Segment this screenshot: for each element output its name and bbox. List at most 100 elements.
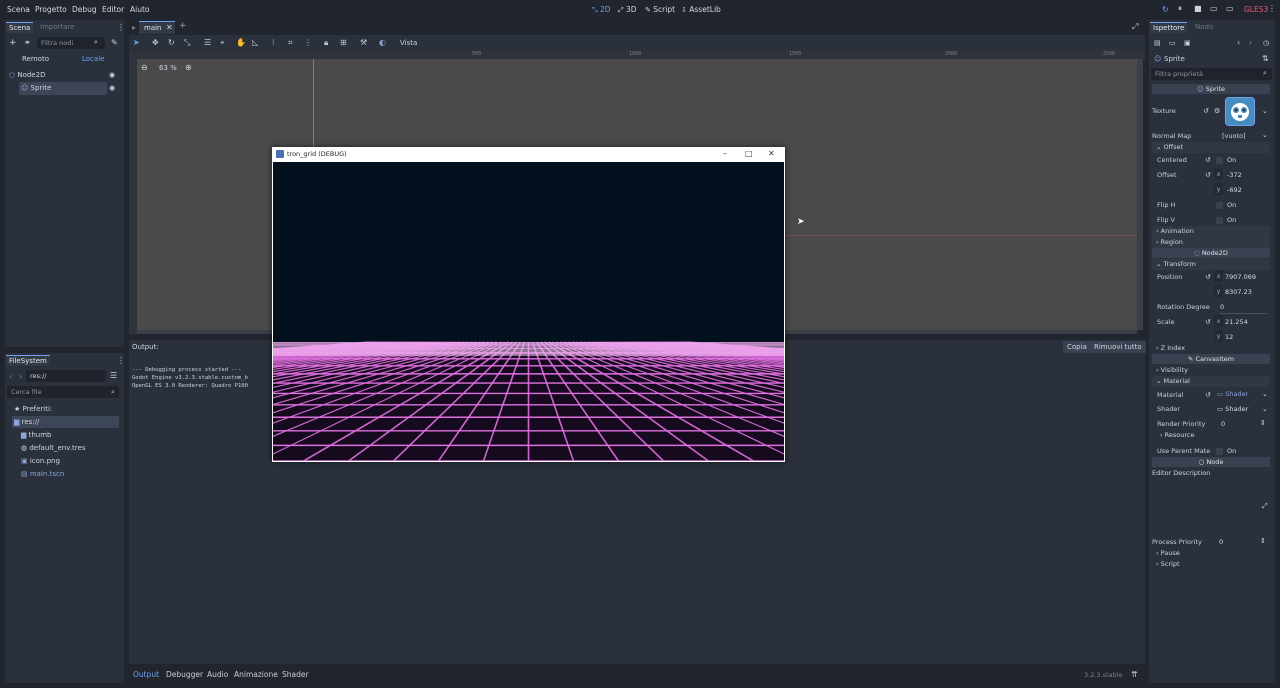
remote-button[interactable]: Remoto xyxy=(22,55,49,63)
dock-menu-icon[interactable]: ⋮ xyxy=(117,356,125,365)
fs-item-thumb[interactable]: ▆ thumb xyxy=(21,431,52,439)
pause-icon[interactable]: ⏸ xyxy=(1178,4,1182,14)
object-properties-icon[interactable]: ⇅ xyxy=(1262,54,1269,63)
rotation-slider[interactable] xyxy=(1219,313,1267,314)
link-icon[interactable]: ⚭ xyxy=(24,38,31,47)
spinner-arrows-icon[interactable]: ⇕ xyxy=(1260,419,1266,427)
expand-panel-icon[interactable]: ⇈ xyxy=(1131,670,1138,679)
maximize-icon[interactable]: □ xyxy=(745,149,753,158)
search-files-input[interactable]: Cerca file xyxy=(7,386,119,398)
ruler-tool-icon[interactable]: ◺ xyxy=(252,38,258,47)
history-back-icon[interactable]: ‹ xyxy=(1237,38,1240,47)
fs-item-main-tscn[interactable]: ▤ main.tscn xyxy=(21,470,64,478)
split-view-icon[interactable]: ☰ xyxy=(110,371,117,380)
mode-script-button[interactable]: ✎ Script xyxy=(645,5,675,14)
scene-list-icon[interactable]: ▸ xyxy=(132,23,136,32)
revert-icon[interactable]: ↺ xyxy=(1205,171,1211,179)
position-y-value[interactable]: 8307.23 xyxy=(1225,288,1252,296)
zoom-out-icon[interactable]: ⊖ xyxy=(141,63,148,72)
debug-window-titlebar[interactable]: tron_grid (DEBUG) – □ ✕ xyxy=(272,147,785,162)
visibility-eye-icon[interactable]: ◉ xyxy=(109,71,115,79)
shader-value[interactable]: ▭ Shader xyxy=(1217,405,1248,413)
zoom-in-icon[interactable]: ⊕ xyxy=(185,63,192,72)
section-resource[interactable]: › Resource xyxy=(1156,430,1274,441)
select-tool-icon[interactable]: ➤ xyxy=(133,38,140,47)
new-resource-icon[interactable]: ▤ xyxy=(1154,39,1161,47)
flip-h-checkbox[interactable]: On xyxy=(1216,201,1236,209)
menu-progetto[interactable]: Progetto xyxy=(35,5,67,14)
centered-checkbox[interactable]: On xyxy=(1216,156,1236,164)
grid-snap-icon[interactable]: ⌗ xyxy=(288,38,293,48)
mode-2d-button[interactable]: ⤡ 2D xyxy=(592,5,611,15)
revert-icon[interactable]: ↺ xyxy=(1203,107,1209,115)
flip-v-checkbox[interactable]: On xyxy=(1216,216,1236,224)
path-field[interactable]: res:// xyxy=(26,370,106,382)
pivot-tool-icon[interactable]: ⌖ xyxy=(220,38,225,48)
scale-x-value[interactable]: 21.254 xyxy=(1225,318,1248,326)
tab-nodo[interactable]: Nodo xyxy=(1192,22,1216,32)
add-node-icon[interactable]: + xyxy=(9,38,17,48)
forward-arrow-icon[interactable]: › xyxy=(19,372,22,381)
snap-options-icon[interactable]: ⋮ xyxy=(304,38,312,47)
play-custom-icon[interactable]: ▭ xyxy=(1226,4,1234,13)
process-priority-value[interactable]: 0 xyxy=(1219,538,1223,546)
dropdown-icon[interactable]: ⌄ xyxy=(1262,107,1268,115)
history-icon[interactable]: ◷ xyxy=(1263,39,1269,47)
tab-debugger[interactable]: Debugger xyxy=(166,670,203,679)
section-script[interactable]: › Script xyxy=(1152,559,1270,570)
scale-tool-icon[interactable]: ⤡ xyxy=(184,38,190,48)
tab-filesystem[interactable]: FileSystem xyxy=(6,355,50,366)
clear-all-button[interactable]: Rimuovi tutto xyxy=(1090,341,1146,353)
script-attach-icon[interactable]: ✎ xyxy=(111,38,118,47)
section-pause[interactable]: › Pause xyxy=(1152,548,1270,559)
section-material[interactable]: ⌄ Material xyxy=(1152,376,1270,387)
visibility-eye-icon[interactable]: ◉ xyxy=(109,84,115,92)
dock-menu-icon[interactable]: ⋮ xyxy=(117,23,125,32)
expand-text-icon[interactable]: ⤢ xyxy=(1262,502,1268,511)
tab-output[interactable]: Output xyxy=(133,670,159,679)
normal-map-value[interactable]: [vuoto] xyxy=(1222,132,1246,140)
vertical-scrollbar[interactable] xyxy=(1137,59,1143,330)
texture-preview[interactable] xyxy=(1225,97,1255,126)
debug-window[interactable]: tron_grid (DEBUG) – □ ✕ xyxy=(272,147,785,462)
group-icon[interactable]: ⊞ xyxy=(340,38,347,47)
stop-icon[interactable]: ■ xyxy=(1194,4,1202,13)
copy-button[interactable]: Copia xyxy=(1063,341,1091,353)
editor-description-field[interactable] xyxy=(1152,478,1270,528)
rotate-tool-icon[interactable]: ↻ xyxy=(168,38,175,47)
camera-override-icon[interactable]: ◐ xyxy=(379,38,386,47)
spinner-arrows-icon[interactable]: ⇕ xyxy=(1260,537,1266,545)
move-tool-icon[interactable]: ✥ xyxy=(152,38,159,47)
revert-icon[interactable]: ↺ xyxy=(1205,391,1211,399)
lock-icon[interactable]: 🔒︎ xyxy=(324,38,328,48)
view-menu[interactable]: Vista xyxy=(400,39,417,47)
offset-y-value[interactable]: -692 xyxy=(1227,186,1242,194)
fs-item-res[interactable]: ▆ res:// xyxy=(14,418,39,426)
tab-main[interactable]: main ✕ xyxy=(139,21,175,34)
offset-x-value[interactable]: -372 xyxy=(1227,171,1242,179)
tab-ispettore[interactable]: Ispettore xyxy=(1150,22,1188,33)
use-parent-checkbox[interactable]: On xyxy=(1216,447,1236,455)
revert-icon[interactable]: ↺ xyxy=(1205,156,1211,164)
revert-icon[interactable]: ↺ xyxy=(1205,273,1211,281)
section-offset[interactable]: ⌄ Offset xyxy=(1152,142,1270,153)
distraction-free-icon[interactable]: ⤢ xyxy=(1132,22,1138,32)
favorites-row[interactable]: ★ Preferiti: xyxy=(14,405,52,413)
render-priority-value[interactable]: 0 xyxy=(1221,420,1225,428)
tab-importare[interactable]: Importare xyxy=(37,22,78,32)
rotation-value[interactable]: 0 xyxy=(1220,303,1224,311)
revert-icon[interactable]: ↺ xyxy=(1205,318,1211,326)
section-region[interactable]: › Region xyxy=(1152,237,1270,248)
section-animation[interactable]: › Animation xyxy=(1152,226,1270,237)
dropdown-icon[interactable]: ⌄ xyxy=(1262,405,1268,413)
fs-item-default-env[interactable]: ◍ default_env.tres xyxy=(21,444,85,452)
menu-editor[interactable]: Editor xyxy=(102,5,124,14)
tab-animazione[interactable]: Animazione xyxy=(234,670,278,679)
menu-aiuto[interactable]: Aiuto xyxy=(130,5,150,14)
position-x-value[interactable]: 7907.069 xyxy=(1225,273,1256,281)
pan-tool-icon[interactable]: ✋ xyxy=(236,38,246,47)
snap-icon[interactable]: ⁝ xyxy=(272,38,275,47)
texture-edit-icon[interactable]: ⚙ xyxy=(1214,107,1220,115)
fs-item-icon-png[interactable]: ▣ icon.png xyxy=(21,457,60,465)
list-select-icon[interactable]: ☰ xyxy=(204,38,211,47)
